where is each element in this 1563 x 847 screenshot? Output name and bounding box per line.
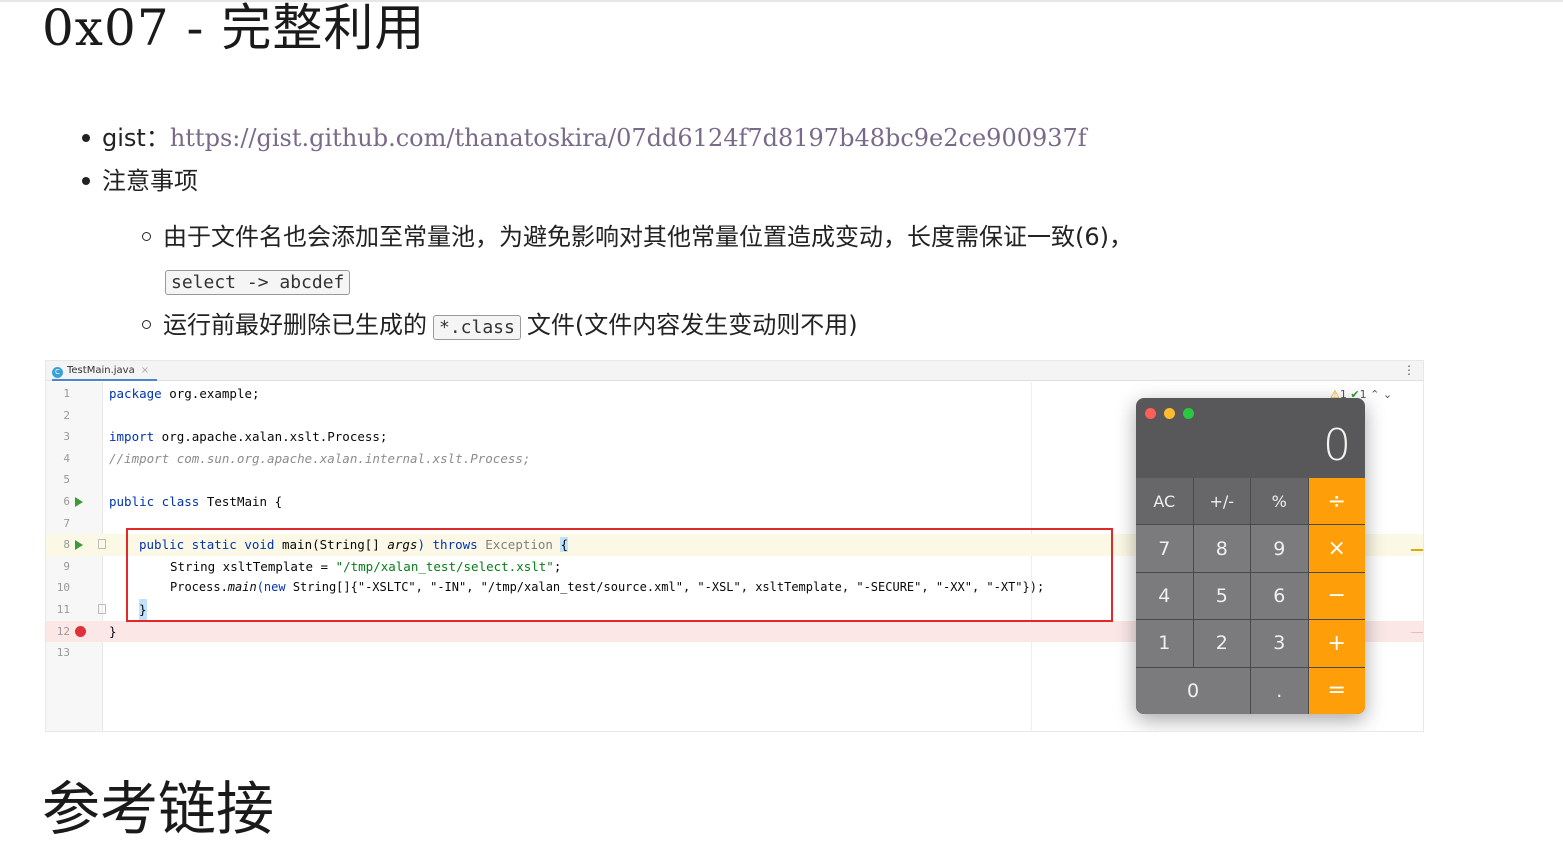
- key-2[interactable]: 2: [1193, 620, 1250, 667]
- calculator-display: 0: [1323, 420, 1351, 471]
- code-token: import: [109, 429, 155, 445]
- key-minus[interactable]: −: [1308, 572, 1365, 620]
- list-item-gist: gist：https://gist.github.com/thanatoskir…: [82, 118, 1087, 153]
- key-8[interactable]: 8: [1193, 525, 1250, 572]
- line-number: 12: [56, 624, 70, 638]
- key-plus[interactable]: +: [1308, 620, 1365, 667]
- run-gutter-icon[interactable]: [75, 540, 83, 551]
- sub-list-item-filename-code: select -> abcdef: [165, 266, 351, 295]
- key-equals[interactable]: =: [1308, 667, 1365, 714]
- gist-label: gist：: [102, 124, 170, 152]
- bullet-dot: [82, 176, 90, 185]
- inline-code-class: *.class: [433, 315, 521, 340]
- key-1[interactable]: 1: [1136, 620, 1193, 667]
- note-filename-text: 由于文件名也会添加至常量池，为避免影响对其他常量位置造成变动，长度需保证一致(6…: [163, 223, 1133, 251]
- highlight-box: [126, 528, 1113, 622]
- code-token: package: [109, 386, 162, 401]
- key-7[interactable]: 7: [1136, 525, 1193, 572]
- code-token: public class: [109, 494, 200, 509]
- sub-list-item-filename: 由于文件名也会添加至常量池，为避免影响对其他常量位置造成变动，长度需保证一致(6…: [142, 217, 1133, 252]
- key-6[interactable]: 6: [1251, 572, 1308, 620]
- key-decimal[interactable]: .: [1251, 667, 1308, 714]
- key-9[interactable]: 9: [1251, 525, 1308, 572]
- line-number: 10: [56, 581, 70, 595]
- code-comment: //import com.sun.org.apache.xalan.intern…: [109, 450, 531, 466]
- line-number: 5: [63, 473, 70, 487]
- list-item-notes: 注意事项: [82, 161, 198, 196]
- key-divide[interactable]: ÷: [1308, 478, 1365, 525]
- note-delete-before: 运行前最好删除已生成的: [163, 311, 427, 339]
- chevron-down-icon[interactable]: ⌄: [1383, 388, 1392, 401]
- more-options-icon[interactable]: ⋮: [1403, 361, 1415, 379]
- key-0[interactable]: 0: [1136, 667, 1250, 714]
- close-window-button[interactable]: [1145, 408, 1156, 419]
- key-5[interactable]: 5: [1193, 572, 1250, 620]
- line-number: 1: [63, 387, 70, 400]
- bullet-dot: [82, 133, 90, 142]
- inline-code-rename: select -> abcdef: [165, 270, 351, 295]
- key-3[interactable]: 3: [1251, 620, 1308, 667]
- zoom-window-button[interactable]: [1183, 408, 1194, 419]
- warning-marker[interactable]: [1411, 549, 1423, 551]
- error-marker[interactable]: [1411, 632, 1423, 633]
- key-ac[interactable]: AC: [1136, 478, 1193, 525]
- fold-icon[interactable]: [98, 539, 106, 550]
- code-token: TestMain {: [199, 494, 283, 509]
- line-number: 13: [56, 646, 70, 660]
- editor-tab-bar: C TestMain.java × ⋮: [46, 361, 1423, 381]
- key-percent[interactable]: %: [1251, 478, 1308, 525]
- run-gutter-icon[interactable]: [75, 497, 83, 507]
- calculator-window: 0 AC +/- % ÷ 7 8 9 × 4 5 6 − 1 2 3 + 0 .…: [1136, 398, 1365, 714]
- code-token: org.apache.xalan.xslt.Process;: [154, 429, 388, 445]
- line-number: 3: [63, 430, 70, 444]
- section-heading-exploit: 0x07 - 完整利用: [42, 0, 426, 57]
- java-class-icon: C: [52, 367, 63, 378]
- fold-icon[interactable]: [98, 604, 106, 614]
- bullet-circle: [142, 320, 151, 329]
- line-number: 8: [63, 538, 70, 552]
- line-number: 2: [63, 408, 70, 422]
- close-icon[interactable]: ×: [141, 365, 149, 376]
- key-multiply[interactable]: ×: [1308, 525, 1365, 572]
- code-token: org.example;: [161, 386, 260, 401]
- key-4[interactable]: 4: [1136, 572, 1193, 620]
- line-number: 11: [56, 603, 70, 616]
- line-number: 4: [63, 451, 70, 465]
- line-number: 9: [63, 559, 70, 573]
- note-delete-after: 文件(文件内容发生变动则不用): [526, 311, 858, 339]
- line-number: 7: [63, 516, 70, 530]
- code-token: }: [109, 623, 117, 639]
- bullet-circle: [142, 232, 151, 241]
- editor-tab-label: TestMain.java: [67, 365, 135, 376]
- gist-link[interactable]: https://gist.github.com/thanatoskira/07d…: [170, 124, 1087, 152]
- ide-screenshot: C TestMain.java × ⋮ 1 package org.example; …: [45, 360, 1424, 732]
- notes-label: 注意事项: [102, 167, 198, 195]
- line-number: 6: [63, 495, 70, 508]
- section-heading-references: 参考链接: [42, 775, 275, 843]
- breakpoint-icon[interactable]: [75, 625, 86, 637]
- chevron-up-icon[interactable]: ⌃: [1370, 388, 1379, 401]
- minimize-window-button[interactable]: [1164, 408, 1175, 419]
- key-plus-minus[interactable]: +/-: [1193, 478, 1250, 525]
- calculator-keypad: AC +/- % ÷ 7 8 9 × 4 5 6 − 1 2 3 + 0 . =: [1136, 478, 1365, 714]
- sub-list-item-delete-class: 运行前最好删除已生成的 *.class 文件(文件内容发生变动则不用): [142, 305, 858, 340]
- editor-tab[interactable]: C TestMain.java ×: [52, 361, 158, 381]
